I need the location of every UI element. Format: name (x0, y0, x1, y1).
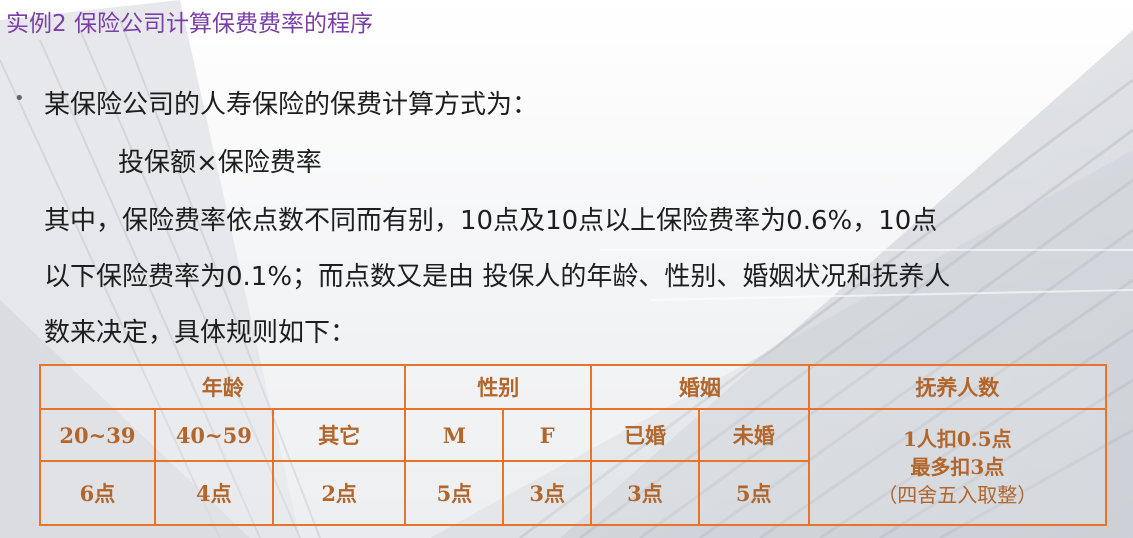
table-cell: 3点 (590, 460, 700, 526)
table-cell: M (404, 408, 505, 462)
table-cell: F (502, 408, 593, 462)
header-sex: 性别 (404, 364, 593, 410)
intro-line: 某保险公司的人寿保险的保费计算方式为： (44, 90, 539, 120)
table-cell: 未婚 (697, 408, 810, 462)
table-cell: 20~39 (39, 408, 156, 462)
rate-line-2: 以下保险费率为0.1%；而点数又是由 投保人的年龄、性别、婚姻状况和抚养人 (44, 262, 951, 292)
header-marriage: 婚姻 (590, 364, 810, 410)
table-cell: 4点 (153, 460, 274, 526)
table-cell: 其它 (271, 408, 407, 462)
table-cell: 3点 (502, 460, 593, 526)
table-cell: 2点 (271, 460, 407, 526)
table-cell: 已婚 (590, 408, 700, 462)
formula-line: 投保额×保险费率 (118, 148, 322, 178)
bullet-dot: • (14, 88, 25, 109)
header-dependents: 抚养人数 (807, 364, 1108, 410)
rate-line-3: 数来决定，具体规则如下： (44, 318, 357, 348)
points-rule-table: 年龄 性别 婚姻 抚养人数 20~39 40~59 其它 M F 已婚 未婚 1… (38, 364, 1108, 526)
dependents-rule-line: （四舍五入取整） (877, 483, 1038, 507)
table-cell: 40~59 (153, 408, 274, 462)
rate-line-1: 其中，保险费率依点数不同而有别，10点及10点以上保险费率为0.6%，10点 (44, 206, 938, 236)
header-age: 年龄 (38, 364, 407, 410)
table-cell: 6点 (39, 460, 156, 526)
table-cell: 5点 (697, 460, 810, 526)
slide-title: 实例2 保险公司计算保费费率的程序 (6, 11, 373, 37)
dependents-rule-line: 1人扣0.5点 (902, 427, 1012, 451)
table-category-row: 20~39 40~59 其它 M F 已婚 未婚 1人扣0.5点 最多扣3点 （… (39, 408, 1108, 526)
dependents-rule-cell: 1人扣0.5点 最多扣3点 （四舍五入取整） (807, 408, 1108, 526)
table-header-row: 年龄 性别 婚姻 抚养人数 (38, 364, 1108, 410)
table-cell: 5点 (404, 460, 505, 526)
dependents-rule-line: 最多扣3点 (910, 455, 1005, 479)
